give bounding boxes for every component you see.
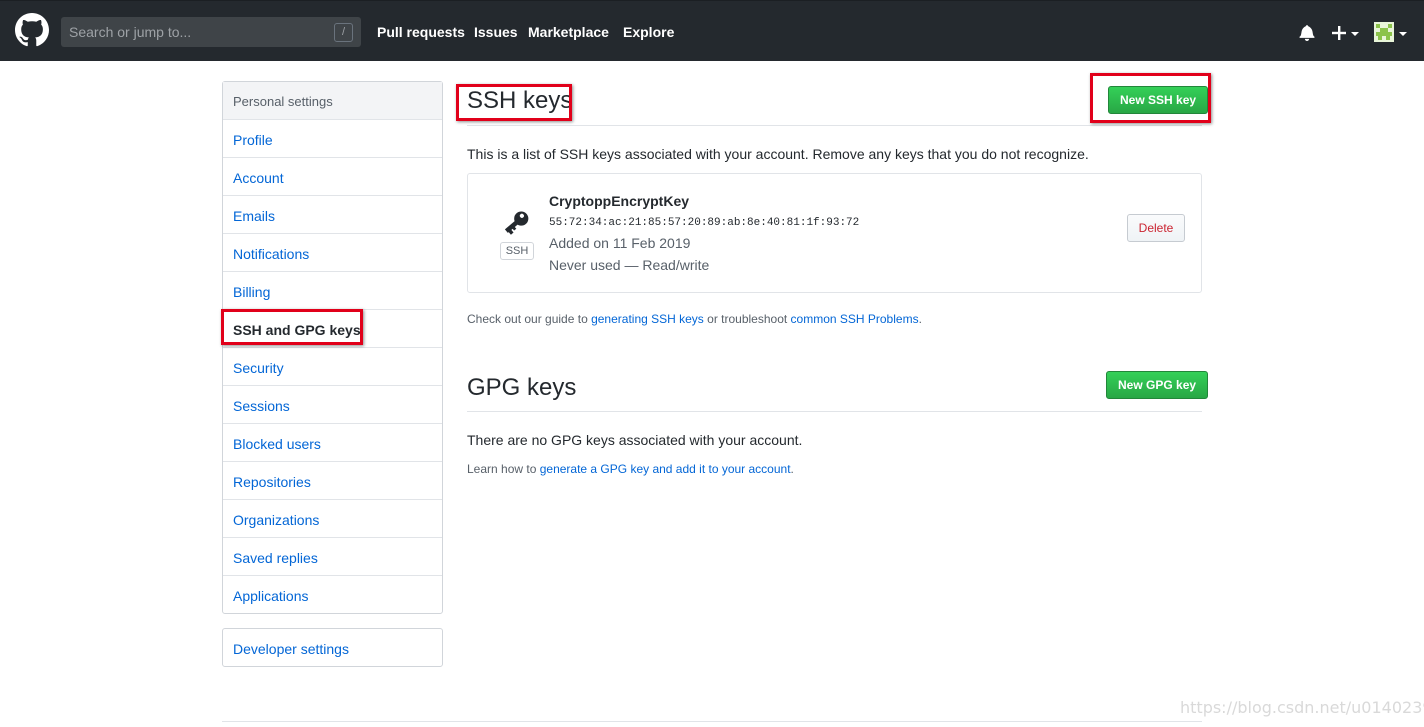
top-header: / Pull requests Issues Marketplace Explo… — [0, 0, 1424, 61]
annotation-box-sidebar-ssh-gpg — [221, 309, 363, 345]
gpg-keys-subhead: GPG keys New GPG key — [467, 367, 1209, 412]
sidebar-item-applications[interactable]: Applications — [223, 576, 442, 613]
sidebar-item-saved-replies[interactable]: Saved replies — [223, 538, 442, 576]
sidebar-item-developer-settings[interactable]: Developer settings — [223, 629, 442, 666]
ssh-key-added-date: Added on 11 Feb 2019 — [549, 235, 691, 251]
footer-divider — [222, 721, 1202, 722]
delete-ssh-key-button[interactable]: Delete — [1127, 214, 1185, 242]
ssh-key-type-badge: SSH — [500, 242, 534, 260]
nav-issues[interactable]: Issues — [474, 24, 518, 40]
search-box: / — [61, 17, 361, 47]
slash-shortcut-hint: / — [334, 23, 353, 42]
watermark: https://blog.csdn.net/u014023993 — [1180, 698, 1424, 717]
search-input[interactable] — [61, 17, 331, 47]
sidebar-item-account[interactable]: Account — [223, 158, 442, 196]
ssh-guide-middle: or troubleshoot — [703, 312, 791, 326]
sidebar-item-blocked-users[interactable]: Blocked users — [223, 424, 442, 462]
sidebar-item-organizations[interactable]: Organizations — [223, 500, 442, 538]
key-icon — [504, 211, 529, 235]
sidebar-item-emails[interactable]: Emails — [223, 196, 442, 234]
gpg-learn-suffix: . — [790, 462, 794, 476]
ssh-guide-note: Check out our guide to generating SSH ke… — [467, 312, 922, 326]
sidebar-item-sessions[interactable]: Sessions — [223, 386, 442, 424]
gpg-learn-prefix: Learn how to — [467, 462, 540, 476]
ssh-description: This is a list of SSH keys associated wi… — [467, 146, 1089, 162]
sidebar-item-security[interactable]: Security — [223, 348, 442, 386]
generate-gpg-key-link[interactable]: generate a GPG key and add it to your ac… — [540, 462, 791, 476]
annotation-box-new-ssh-key — [1090, 73, 1211, 123]
sidebar-item-billing[interactable]: Billing — [223, 272, 442, 310]
new-gpg-key-button[interactable]: New GPG key — [1106, 371, 1209, 399]
nav-explore[interactable]: Explore — [623, 24, 674, 40]
gpg-keys-title: GPG keys — [467, 374, 577, 401]
plus-dropdown-caret-icon[interactable] — [1351, 32, 1359, 36]
sidebar-item-repositories[interactable]: Repositories — [223, 462, 442, 500]
nav-marketplace[interactable]: Marketplace — [528, 24, 609, 40]
github-logo-icon[interactable] — [15, 13, 49, 47]
avatar-dropdown-caret-icon[interactable] — [1399, 32, 1407, 36]
annotation-box-ssh-title — [456, 84, 572, 121]
sidebar-item-notifications[interactable]: Notifications — [223, 234, 442, 272]
nav-pull-requests[interactable]: Pull requests — [377, 24, 465, 40]
common-ssh-problems-link[interactable]: common SSH Problems — [791, 312, 919, 326]
ssh-key-list-item: SSH CryptoppEncryptKey 55:72:34:ac:21:85… — [467, 173, 1202, 293]
ssh-key-title: CryptoppEncryptKey — [549, 193, 690, 209]
settings-menu: Personal settings Profile Account Emails… — [222, 81, 443, 614]
generating-ssh-keys-link[interactable]: generating SSH keys — [591, 312, 704, 326]
ssh-guide-suffix: . — [918, 312, 922, 326]
gpg-learn-note: Learn how to generate a GPG key and add … — [467, 462, 794, 476]
plus-icon[interactable] — [1332, 26, 1346, 40]
ssh-key-usage: Never used — Read/write — [549, 257, 710, 273]
developer-settings-menu: Developer settings — [222, 628, 443, 667]
menu-heading: Personal settings — [223, 82, 442, 120]
ssh-guide-prefix: Check out our guide to — [467, 312, 592, 326]
gpg-empty-message: There are no GPG keys associated with yo… — [467, 432, 803, 448]
bell-icon[interactable] — [1299, 24, 1315, 41]
avatar[interactable] — [1374, 22, 1394, 42]
ssh-key-fingerprint: 55:72:34:ac:21:85:57:20:89:ab:8e:40:81:1… — [549, 217, 860, 229]
sidebar-item-profile[interactable]: Profile — [223, 120, 442, 158]
